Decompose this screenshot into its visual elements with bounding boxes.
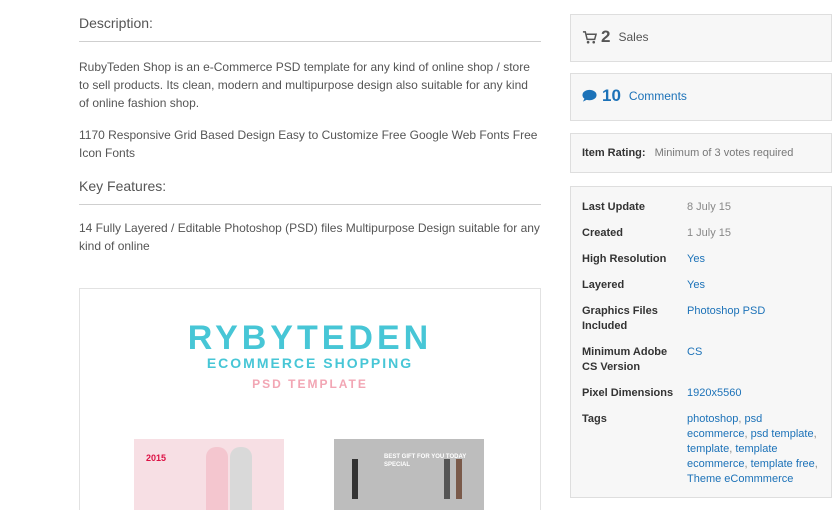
attribute-key: Minimum Adobe CS Version — [582, 346, 668, 373]
clothing-rack-item — [444, 459, 450, 499]
model-figure — [230, 447, 252, 510]
key-features-paragraph: 14 Fully Layered / Editable Photoshop (P… — [79, 221, 540, 253]
preview-image[interactable]: RYBYTEDEN ECOMMERCE SHOPPING PSD TEMPLAT… — [79, 288, 541, 510]
comments-box[interactable]: 10 Comments — [570, 73, 832, 121]
attribute-key: Created — [582, 227, 623, 239]
attribute-value-link[interactable]: Photoshop PSD — [687, 304, 822, 319]
rating-value: Minimum of 3 votes required — [654, 147, 794, 159]
tags-list: photoshop, psd ecommerce, psd template, … — [687, 413, 818, 485]
sales-label: Sales — [618, 30, 649, 44]
thumbnail-header-bar — [334, 429, 484, 439]
main-content: Description: RubyTeden Shop is an e-Comm… — [79, 0, 541, 255]
sales-count: 2 — [601, 27, 611, 46]
attribute-key: Last Update — [582, 201, 645, 213]
attribute-key: High Resolution — [582, 253, 667, 265]
tag-link[interactable]: template — [687, 443, 729, 455]
tag-link[interactable]: photoshop — [687, 413, 738, 425]
thumbnail-1-year: 2015 — [146, 453, 167, 463]
preview-thumbnail-1: 2015 — [134, 429, 284, 510]
item-attributes-box: Last Update 8 July 15 Created 1 July 15 … — [570, 186, 832, 498]
thumbnail-header-bar — [134, 429, 284, 439]
preview-subtitle-2: PSD TEMPLATE — [252, 377, 368, 391]
attribute-value-link[interactable]: Yes — [687, 278, 822, 293]
preview-thumbnail-2: BEST GIFT FOR YOU TODAY SPECIAL — [334, 429, 484, 510]
key-features-heading: Key Features: — [79, 178, 541, 205]
clothing-rack-item — [456, 459, 462, 499]
tag-link[interactable]: psd template — [751, 428, 814, 440]
comments-count[interactable]: 10 — [602, 86, 621, 106]
attribute-value: 1 July 15 — [687, 227, 732, 239]
attribute-value-link[interactable]: CS — [687, 345, 822, 360]
thumbnail-2-text: BEST GIFT FOR YOU TODAY SPECIAL — [384, 454, 467, 468]
clothing-rack-item — [352, 459, 358, 499]
attribute-value-link[interactable]: 1920x5560 — [687, 386, 822, 401]
description-paragraph-1: RubyTeden Shop is an e-Commerce PSD temp… — [79, 60, 530, 110]
attribute-key: Tags — [582, 413, 607, 425]
comments-link[interactable]: Comments — [629, 89, 687, 103]
rating-label: Item Rating: — [582, 147, 646, 159]
attribute-value: 8 July 15 — [687, 201, 732, 213]
preview-subtitle: ECOMMERCE SHOPPING — [206, 355, 414, 371]
attribute-key: Graphics Files Included — [582, 305, 658, 332]
attribute-key: Pixel Dimensions — [582, 387, 674, 399]
speech-bubble-icon — [582, 89, 597, 102]
attribute-key: Layered — [582, 279, 625, 291]
tag-link[interactable]: template free — [751, 458, 815, 470]
sales-box: 2 Sales — [570, 14, 832, 62]
model-figure — [206, 447, 228, 510]
description-paragraph-2: 1170 Responsive Grid Based Design Easy t… — [79, 128, 538, 160]
tag-link[interactable]: Theme eCommmerce — [687, 473, 793, 485]
cart-icon — [582, 30, 597, 43]
preview-brand-title: RYBYTEDEN — [187, 319, 433, 357]
attribute-value-link[interactable]: Yes — [687, 252, 822, 267]
description-heading: Description: — [79, 0, 541, 42]
rating-box: Item Rating: Minimum of 3 votes required — [570, 133, 832, 173]
